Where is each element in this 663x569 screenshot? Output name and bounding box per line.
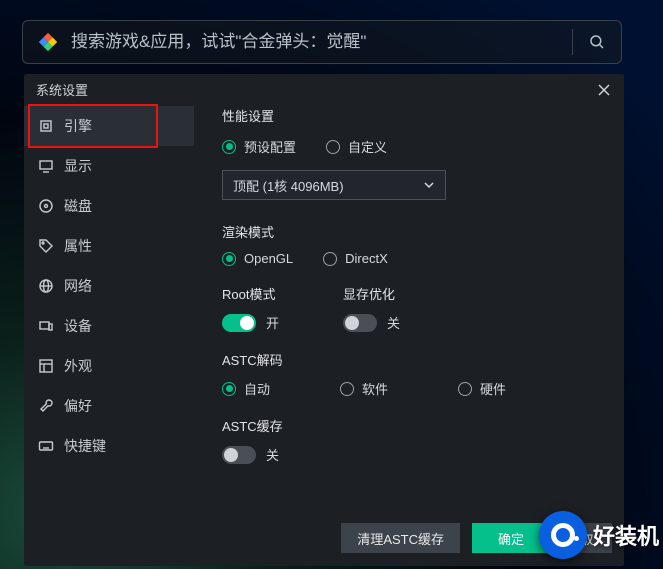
astc-decode-title: ASTC解码: [222, 350, 614, 369]
sidebar-item-label: 引擎: [64, 116, 92, 136]
sidebar-item-label: 设备: [64, 316, 92, 336]
disk-icon: [38, 198, 54, 214]
sidebar-item-label: 偏好: [64, 396, 92, 416]
radio-dot-icon: [458, 382, 472, 396]
search-input[interactable]: [71, 32, 566, 52]
radio-custom-config[interactable]: 自定义: [326, 137, 387, 156]
radio-label: DirectX: [345, 251, 388, 266]
sidebar-item-disk[interactable]: 磁盘: [24, 186, 194, 226]
wrench-icon: [38, 398, 54, 414]
radio-label: 预设配置: [244, 137, 296, 156]
render-mode-title: 渲染模式: [222, 222, 614, 241]
vram-opt-title: 显存优化: [343, 284, 400, 303]
brand-logo-icon: [539, 511, 587, 559]
sidebar-item-engine[interactable]: 引擎: [24, 106, 194, 146]
search-button[interactable]: [579, 24, 615, 60]
radio-preset-config[interactable]: 预设配置: [222, 137, 296, 156]
toggle-track-icon: [343, 314, 377, 332]
radio-dot-icon: [222, 140, 236, 154]
search-bar: [22, 20, 622, 64]
close-button[interactable]: [594, 80, 614, 100]
radio-dot-icon: [340, 382, 354, 396]
sidebar-item-label: 显示: [64, 156, 92, 176]
performance-preset-select[interactable]: 顶配 (1核 4096MB): [222, 170, 446, 200]
astc-cache-title: ASTC缓存: [222, 416, 614, 435]
sidebar-item-label: 网络: [64, 276, 92, 296]
sidebar-item-network[interactable]: 网络: [24, 266, 194, 306]
sidebar-item-label: 磁盘: [64, 196, 92, 216]
toggle-track-icon: [222, 314, 256, 332]
toggle-state-label: 关: [266, 445, 279, 464]
radio-astc-auto[interactable]: 自动: [222, 379, 270, 398]
app-logo-icon: [37, 31, 59, 53]
search-divider: [572, 29, 573, 55]
radio-dot-icon: [222, 252, 236, 266]
radio-label: 硬件: [480, 379, 506, 398]
sidebar-item-properties[interactable]: 属性: [24, 226, 194, 266]
sidebar-item-appearance[interactable]: 外观: [24, 346, 194, 386]
sidebar-item-display[interactable]: 显示: [24, 146, 194, 186]
select-value: 顶配 (1核 4096MB): [233, 176, 344, 195]
toggle-root-mode[interactable]: 开: [222, 313, 279, 332]
radio-dot-icon: [222, 382, 236, 396]
close-icon: [598, 84, 610, 96]
radio-label: 软件: [362, 379, 388, 398]
radio-label: OpenGL: [244, 251, 293, 266]
sidebar-item-label: 外观: [64, 356, 92, 376]
radio-directx[interactable]: DirectX: [323, 251, 388, 266]
chevron-down-icon: [423, 179, 435, 191]
search-icon: [588, 33, 606, 51]
radio-label: 自动: [244, 379, 270, 398]
brand-text: 好装机: [593, 519, 659, 551]
sidebar-item-shortcuts[interactable]: 快捷键: [24, 426, 194, 466]
root-mode-title: Root模式: [222, 284, 279, 303]
globe-icon: [38, 278, 54, 294]
watermark-brand: 好装机: [539, 511, 659, 559]
radio-dot-icon: [326, 140, 340, 154]
settings-panel: 系统设置 引擎 显示 磁盘 属性 网络 设备: [24, 74, 624, 566]
settings-sidebar: 引擎 显示 磁盘 属性 网络 设备 外观 偏好: [24, 106, 194, 466]
sidebar-item-label: 快捷键: [64, 436, 106, 456]
toggle-vram-opt[interactable]: 关: [343, 313, 400, 332]
sidebar-item-label: 属性: [64, 236, 92, 256]
performance-section-title: 性能设置: [222, 106, 614, 125]
monitor-icon: [38, 158, 54, 174]
toggle-astc-cache[interactable]: 关: [222, 445, 614, 464]
panel-title: 系统设置: [36, 80, 88, 99]
radio-dot-icon: [323, 252, 337, 266]
panel-footer: 清理ASTC缓存 确定 取: [24, 518, 624, 558]
radio-astc-hardware[interactable]: 硬件: [458, 379, 506, 398]
toggle-state-label: 关: [387, 313, 400, 332]
sidebar-item-devices[interactable]: 设备: [24, 306, 194, 346]
radio-opengl[interactable]: OpenGL: [222, 251, 293, 266]
toggle-track-icon: [222, 446, 256, 464]
toggle-state-label: 开: [266, 313, 279, 332]
radio-astc-software[interactable]: 软件: [340, 379, 388, 398]
tag-icon: [38, 238, 54, 254]
radio-label: 自定义: [348, 137, 387, 156]
keyboard-icon: [38, 438, 54, 454]
settings-content: 性能设置 预设配置 自定义 顶配 (1核 4096MB) 渲染模式 OpenGL: [222, 106, 614, 516]
cpu-icon: [38, 118, 54, 134]
layout-icon: [38, 358, 54, 374]
sidebar-item-preferences[interactable]: 偏好: [24, 386, 194, 426]
device-icon: [38, 318, 54, 334]
clear-astc-cache-button[interactable]: 清理ASTC缓存: [341, 523, 460, 553]
